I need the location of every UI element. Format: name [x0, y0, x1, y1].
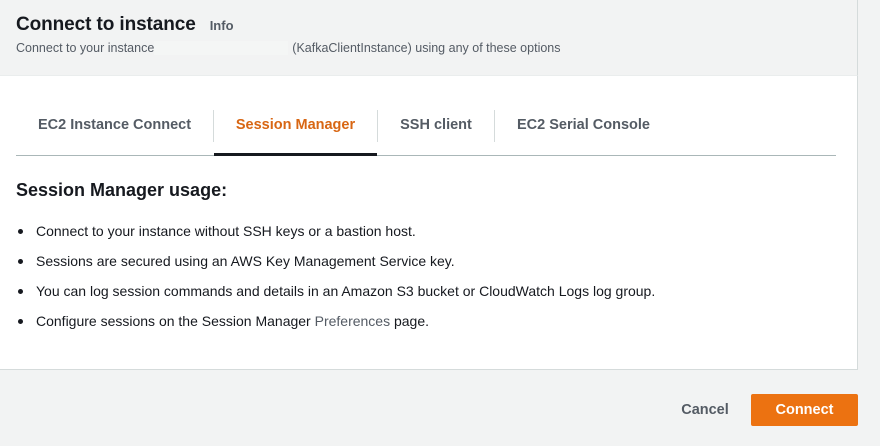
bullet-icon: [18, 259, 23, 264]
list-item: Configure sessions on the Session Manage…: [16, 306, 655, 336]
bullet-icon: [18, 319, 23, 324]
list-item: Connect to your instance without SSH key…: [16, 216, 655, 246]
preferences-link[interactable]: Preferences: [315, 313, 390, 329]
list-item: You can log session commands and details…: [16, 276, 655, 306]
info-link[interactable]: Info: [210, 18, 234, 33]
tab-session-manager[interactable]: Session Manager: [214, 108, 377, 156]
redacted-instance-id: [154, 41, 289, 55]
page-header: Connect to instance Info Connect to your…: [0, 0, 858, 75]
section-heading: Session Manager usage:: [16, 180, 228, 200]
page-title: Connect to instance: [16, 14, 196, 35]
tab-ec2-instance-connect[interactable]: EC2 Instance Connect: [16, 108, 213, 156]
usage-list: Connect to your instance without SSH key…: [16, 216, 655, 336]
connection-options-card: EC2 Instance Connect Session Manager SSH…: [0, 75, 858, 370]
footer-actions: Cancel Connect: [0, 370, 880, 446]
title-row: Connect to instance Info: [16, 14, 234, 36]
list-item-text: Configure sessions on the Session Manage…: [36, 313, 311, 329]
page-subtitle: Connect to your instance (KafkaClientIns…: [16, 41, 561, 55]
tab-ssh-client[interactable]: SSH client: [378, 108, 494, 156]
bullet-icon: [18, 289, 23, 294]
list-item-text: Sessions are secured using an AWS Key Ma…: [36, 253, 455, 269]
tab-ec2-serial-console[interactable]: EC2 Serial Console: [495, 108, 672, 156]
cancel-button[interactable]: Cancel: [668, 394, 742, 426]
list-item: Sessions are secured using an AWS Key Ma…: [16, 246, 655, 276]
connect-button[interactable]: Connect: [751, 394, 858, 426]
bullet-icon: [18, 229, 23, 234]
list-item-text: page.: [393, 313, 430, 329]
connection-method-tabs: EC2 Instance Connect Session Manager SSH…: [16, 108, 836, 156]
list-item-text: Connect to your instance without SSH key…: [36, 223, 416, 239]
subtitle-suffix: (KafkaClientInstance) using any of these…: [292, 41, 561, 55]
subtitle-prefix: Connect to your instance: [16, 41, 155, 55]
list-item-text: You can log session commands and details…: [36, 283, 656, 299]
